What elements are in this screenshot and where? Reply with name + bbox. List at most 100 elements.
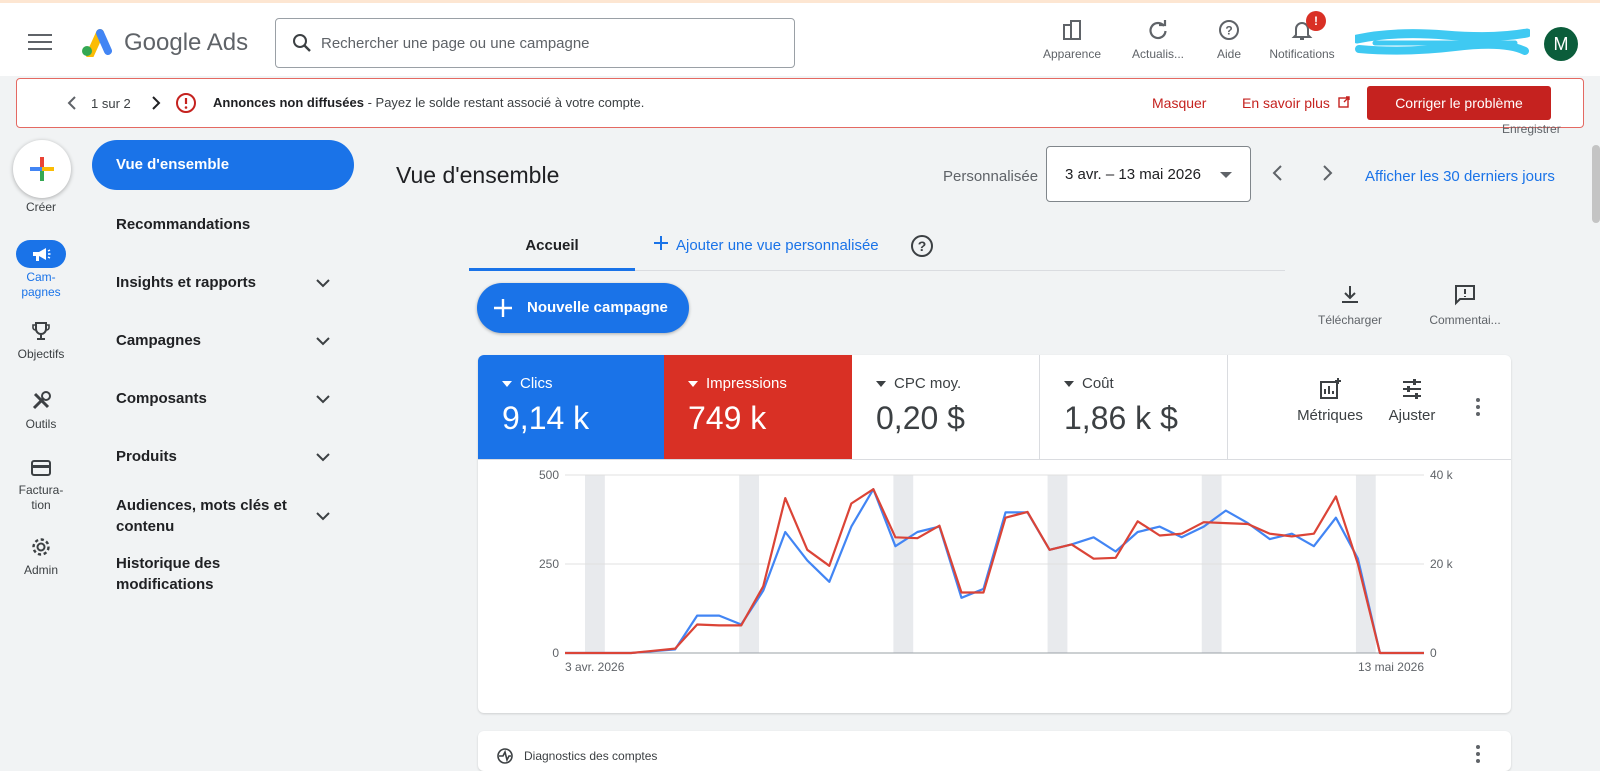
rail-create-label: Créer — [25, 200, 56, 214]
date-range-picker[interactable]: 3 avr. – 13 mai 2026 — [1046, 146, 1251, 202]
next-period-icon[interactable] — [1319, 163, 1335, 183]
new-campaign-label: Nouvelle campagne — [527, 299, 668, 316]
metric-value: 9,14 k — [502, 400, 590, 436]
account-diagnostics-card[interactable]: Diagnostics des comptes — [478, 731, 1511, 771]
nav-item-campaigns[interactable]: Campagnes — [92, 332, 354, 349]
help-icon: ? — [1219, 20, 1239, 40]
chevron-down-icon — [316, 395, 330, 404]
notification-badge: ! — [1306, 11, 1326, 31]
y-right-tick-label: 40 k — [1430, 468, 1454, 482]
metric-label: CPC moy. — [894, 375, 962, 392]
nav-item-audiences[interactable]: Audiences, mots clés et contenu — [92, 495, 354, 537]
feedback-label: Commentai... — [1429, 313, 1501, 327]
adjust-button[interactable]: Ajuster — [1384, 377, 1440, 424]
svg-text:?: ? — [1225, 24, 1232, 38]
rail-goals[interactable]: Objectifs — [0, 320, 82, 362]
help-button[interactable]: ? Aide — [1213, 17, 1245, 61]
external-link-icon — [1338, 96, 1350, 108]
appearance-icon — [1063, 20, 1081, 40]
fix-problem-button[interactable]: Corriger le problème — [1367, 86, 1551, 120]
nav-item-overview[interactable]: Vue d'ensemble — [92, 140, 354, 190]
learn-more-link[interactable]: En savoir plus — [1242, 95, 1350, 111]
chevron-right-icon[interactable] — [149, 95, 163, 111]
trophy-icon — [32, 322, 50, 340]
rail-campaigns-label: Cam- pagnes — [21, 270, 61, 299]
refresh-icon — [1149, 20, 1167, 40]
alert-text: - Payez le solde restant associé à votre… — [363, 95, 645, 110]
plus-icon — [654, 236, 668, 250]
new-campaign-button[interactable]: Nouvelle campagne — [477, 283, 689, 333]
appearance-button[interactable]: Apparence — [1040, 17, 1104, 61]
alert-message: Annonces non diffusées - Payez le solde … — [213, 95, 644, 110]
search-placeholder: Rechercher une page ou une campagne — [321, 35, 590, 52]
more-options-icon[interactable] — [1476, 398, 1480, 419]
menu-icon[interactable] — [28, 31, 52, 51]
download-button[interactable]: Télécharger — [1310, 284, 1390, 327]
more-options-icon[interactable] — [1476, 745, 1480, 766]
y-right-tick-label: 20 k — [1430, 557, 1454, 571]
metric-label: Impressions — [706, 375, 787, 392]
view-tabs: Accueil Ajouter une vue personnalisée ? — [469, 226, 1285, 271]
search-input[interactable]: Rechercher une page ou une campagne — [275, 18, 795, 68]
nav-item-change-history[interactable]: Historique des modifications — [92, 553, 354, 595]
feedback-button[interactable]: Commentai... — [1422, 284, 1508, 327]
dropdown-arrow-icon — [876, 380, 886, 387]
error-icon — [176, 93, 196, 113]
rail-billing-label: Factura- tion — [18, 483, 64, 512]
help-icon[interactable]: ? — [910, 234, 934, 258]
rail-admin[interactable]: Admin — [0, 536, 82, 578]
metric-value: 749 k — [688, 400, 767, 436]
metrics-button[interactable]: Métriques — [1294, 377, 1366, 424]
megaphone-icon — [33, 248, 51, 261]
refresh-button[interactable]: Actualis... — [1127, 17, 1189, 61]
alert-pager: 1 sur 2 — [91, 96, 131, 111]
metric-label: Clics — [520, 375, 553, 392]
rail-admin-label: Admin — [23, 563, 58, 577]
rail-campaigns[interactable]: Cam- pagnes — [0, 240, 82, 300]
nav-item-label: Recommandations — [116, 216, 251, 233]
metric-cost[interactable]: Coût 1,86 k $ — [1040, 355, 1228, 459]
credit-card-icon — [31, 460, 51, 476]
previous-period-icon[interactable] — [1270, 163, 1286, 183]
notifications-button[interactable]: Notifications ! — [1264, 11, 1340, 61]
tune-icon — [1403, 379, 1421, 399]
chevron-down-icon — [316, 337, 330, 346]
y-right-tick-label: 0 — [1430, 646, 1437, 660]
performance-chart: 500 250 0 40 k 20 k 0 3 avr. 2026 13 mai 2026 — [539, 468, 1454, 674]
create-button[interactable] — [13, 140, 71, 198]
metric-value: 0,20 $ — [876, 400, 965, 436]
refresh-label: Actualis... — [1131, 47, 1185, 61]
brand-name: Google Ads — [124, 29, 249, 56]
save-link[interactable]: Enregistrer — [1502, 122, 1561, 136]
y-left-tick-label: 250 — [539, 557, 559, 571]
metric-value: 1,86 k $ — [1064, 400, 1178, 436]
diagnostics-icon — [497, 748, 513, 764]
alert-title: Annonces non diffusées — [213, 95, 364, 110]
tab-add-custom-view[interactable]: Ajouter une vue personnalisée — [654, 226, 879, 271]
top-bar: Google Ads Rechercher une page ou une ca… — [0, 0, 1600, 76]
metric-clicks[interactable]: Clics 9,14 k — [478, 355, 664, 459]
nav-item-assets[interactable]: Composants — [92, 390, 354, 407]
feedback-icon — [1455, 285, 1475, 306]
scrollbar[interactable] — [1592, 145, 1600, 223]
svg-text:?: ? — [918, 238, 927, 254]
redacted-account-info[interactable] — [1355, 25, 1530, 59]
chevron-down-icon — [316, 279, 330, 288]
last-30-days-link[interactable]: Afficher les 30 derniers jours — [1365, 168, 1555, 185]
chevron-left-icon[interactable] — [65, 95, 79, 111]
plus-icon — [30, 157, 54, 181]
nav-item-label: Campagnes — [116, 332, 202, 349]
nav-item-recommendations[interactable]: Recommandations — [92, 216, 354, 233]
tab-home[interactable]: Accueil — [469, 226, 635, 271]
metric-avg-cpc[interactable]: CPC moy. 0,20 $ — [852, 355, 1040, 459]
nav-item-insights[interactable]: Insights et rapports — [92, 274, 354, 291]
rail-billing[interactable]: Factura- tion — [0, 458, 82, 513]
rail-tools[interactable]: Outils — [0, 390, 82, 432]
dismiss-link[interactable]: Masquer — [1152, 95, 1206, 111]
y-left-tick-label: 0 — [552, 646, 559, 660]
chevron-down-icon — [316, 453, 330, 462]
avatar[interactable]: M — [1544, 27, 1578, 61]
add-chart-icon — [1320, 378, 1341, 399]
nav-item-products[interactable]: Produits — [92, 448, 354, 465]
metric-impressions[interactable]: Impressions 749 k — [664, 355, 852, 459]
